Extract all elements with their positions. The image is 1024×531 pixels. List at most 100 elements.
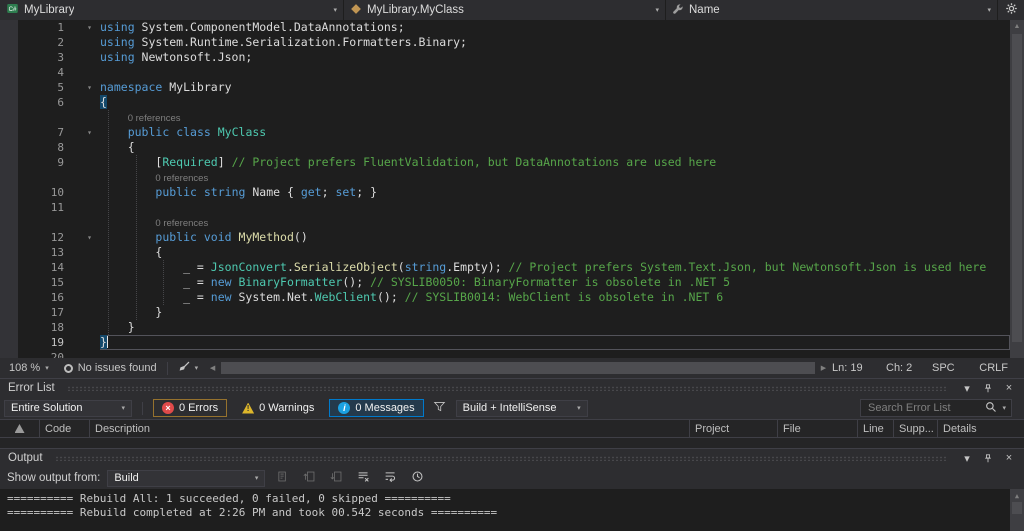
- code-line[interactable]: 11: [0, 200, 1010, 215]
- code-line[interactable]: 0 references: [0, 110, 1010, 125]
- fold-marker[interactable]: ▾: [70, 80, 100, 95]
- member-dropdown[interactable]: Name ▾: [666, 0, 998, 20]
- close-icon[interactable]: ×: [1002, 381, 1016, 395]
- code-line[interactable]: 17 }: [0, 305, 1010, 320]
- close-icon[interactable]: ×: [1002, 451, 1016, 465]
- breakpoint-margin[interactable]: [0, 215, 18, 230]
- code-line[interactable]: 5▾namespace MyLibrary: [0, 80, 1010, 95]
- breakpoint-margin[interactable]: [0, 350, 18, 358]
- breakpoint-margin[interactable]: [0, 50, 18, 65]
- window-position-button[interactable]: ▾: [960, 451, 974, 465]
- scroll-up-arrow-icon[interactable]: ▲: [1010, 20, 1024, 33]
- warnings-filter-button[interactable]: 0 Warnings: [233, 399, 323, 417]
- code-line[interactable]: 8 {: [0, 140, 1010, 155]
- code-line[interactable]: 14 _ = JsonConvert.SerializeObject(strin…: [0, 260, 1010, 275]
- output-title-bar[interactable]: Output ▾ ×: [0, 448, 1024, 467]
- autoscroll-button[interactable]: [407, 469, 427, 487]
- previous-message-button[interactable]: [299, 469, 319, 487]
- zoom-control[interactable]: 108 % ▾: [0, 362, 58, 374]
- code-line[interactable]: 16 _ = new System.Net.WebClient(); // SY…: [0, 290, 1010, 305]
- clear-all-button[interactable]: [353, 469, 373, 487]
- breakpoint-margin[interactable]: [0, 110, 18, 125]
- breakpoint-margin[interactable]: [0, 185, 18, 200]
- breakpoint-margin[interactable]: [0, 260, 18, 275]
- project-column-header[interactable]: Project: [690, 420, 778, 437]
- window-position-button[interactable]: ▾: [960, 381, 974, 395]
- breakpoint-margin[interactable]: [0, 230, 18, 245]
- error-list-search-input[interactable]: Search Error List ▾: [860, 399, 1012, 417]
- find-message-button[interactable]: [272, 469, 292, 487]
- editor-horizontal-scrollbar[interactable]: ◀ ▶: [206, 358, 830, 378]
- line-column-header[interactable]: Line: [858, 420, 894, 437]
- breakpoint-margin[interactable]: [0, 95, 18, 110]
- breakpoint-margin[interactable]: [0, 140, 18, 155]
- details-column-header[interactable]: Details: [938, 420, 1024, 437]
- breakpoint-margin[interactable]: [0, 290, 18, 305]
- pin-button[interactable]: [981, 451, 995, 465]
- code-line[interactable]: 13 {: [0, 245, 1010, 260]
- scrollbar-thumb[interactable]: [221, 362, 815, 374]
- scope-dropdown[interactable]: Entire Solution ▾: [4, 400, 132, 417]
- output-source-dropdown[interactable]: Build ▾: [107, 470, 265, 487]
- code-line[interactable]: 1▾using System.ComponentModel.DataAnnota…: [0, 20, 1010, 35]
- code-line[interactable]: 2using System.Runtime.Serialization.Form…: [0, 35, 1010, 50]
- code-line[interactable]: 7▾ public class MyClass: [0, 125, 1010, 140]
- scrollbar-thumb[interactable]: [1012, 34, 1022, 342]
- pin-button[interactable]: [981, 381, 995, 395]
- breakpoint-margin[interactable]: [0, 245, 18, 260]
- code-cleanup-button[interactable]: ▾: [172, 360, 205, 376]
- scroll-up-arrow-icon[interactable]: ▲: [1010, 489, 1024, 502]
- code-line[interactable]: 6{: [0, 95, 1010, 110]
- breakpoint-margin[interactable]: [0, 320, 18, 335]
- code-line[interactable]: 19}: [0, 335, 1010, 350]
- description-column-header[interactable]: Description: [90, 420, 690, 437]
- breakpoint-margin[interactable]: [0, 275, 18, 290]
- file-column-header[interactable]: File: [778, 420, 858, 437]
- breakpoint-margin[interactable]: [0, 80, 18, 95]
- code-line[interactable]: 15 _ = new BinaryFormatter(); // SYSLIB0…: [0, 275, 1010, 290]
- scrollbar-thumb[interactable]: [1012, 502, 1022, 514]
- breakpoint-margin[interactable]: [0, 155, 18, 170]
- code-column-header[interactable]: Code: [40, 420, 90, 437]
- breakpoint-margin[interactable]: [0, 125, 18, 140]
- messages-filter-button[interactable]: i 0 Messages: [329, 399, 423, 417]
- code-line[interactable]: 9 [Required] // Project prefers FluentVa…: [0, 155, 1010, 170]
- code-line[interactable]: 18 }: [0, 320, 1010, 335]
- code-line[interactable]: 0 references: [0, 170, 1010, 185]
- code-line[interactable]: 3using Newtonsoft.Json;: [0, 50, 1010, 65]
- document-health-indicator[interactable]: No issues found: [58, 362, 163, 374]
- fold-marker[interactable]: ▾: [70, 20, 100, 35]
- breakpoint-margin[interactable]: [0, 35, 18, 50]
- code-line[interactable]: 12▾ public void MyMethod(): [0, 230, 1010, 245]
- scroll-right-arrow-icon[interactable]: ▶: [817, 364, 830, 372]
- editor-vertical-scrollbar[interactable]: ▲: [1010, 20, 1024, 358]
- filter-button[interactable]: [430, 399, 450, 417]
- next-message-button[interactable]: [326, 469, 346, 487]
- output-vertical-scrollbar[interactable]: ▲: [1010, 489, 1024, 531]
- project-dropdown[interactable]: C# MyLibrary ▾: [0, 0, 344, 20]
- word-wrap-button[interactable]: [380, 469, 400, 487]
- editor-options-button[interactable]: [998, 0, 1024, 20]
- code-editor[interactable]: 1▾using System.ComponentModel.DataAnnota…: [0, 20, 1024, 358]
- type-dropdown[interactable]: MyLibrary.MyClass ▾: [344, 0, 666, 20]
- breakpoint-margin[interactable]: [0, 65, 18, 80]
- error-list-title-bar[interactable]: Error List ▾ ×: [0, 378, 1024, 397]
- code-line[interactable]: 4: [0, 65, 1010, 80]
- errors-filter-button[interactable]: × 0 Errors: [153, 399, 227, 417]
- breakpoint-margin[interactable]: [0, 200, 18, 215]
- code-line[interactable]: 20: [0, 350, 1010, 358]
- output-content[interactable]: ========== Rebuild All: 1 succeeded, 0 f…: [0, 489, 1024, 531]
- fold-marker[interactable]: ▾: [70, 125, 100, 140]
- scrollbar-track[interactable]: [219, 358, 817, 378]
- breakpoint-margin[interactable]: [0, 335, 18, 350]
- code-line[interactable]: 0 references: [0, 215, 1010, 230]
- breakpoint-margin[interactable]: [0, 20, 18, 35]
- build-intellisense-dropdown[interactable]: Build + IntelliSense ▾: [456, 400, 588, 417]
- breakpoint-margin[interactable]: [0, 305, 18, 320]
- severity-column-header[interactable]: [0, 420, 40, 437]
- scroll-left-arrow-icon[interactable]: ◀: [206, 364, 219, 372]
- fold-marker[interactable]: ▾: [70, 230, 100, 245]
- code-line[interactable]: 10 public string Name { get; set; }: [0, 185, 1010, 200]
- suppression-column-header[interactable]: Supp...: [894, 420, 938, 437]
- breakpoint-margin[interactable]: [0, 170, 18, 185]
